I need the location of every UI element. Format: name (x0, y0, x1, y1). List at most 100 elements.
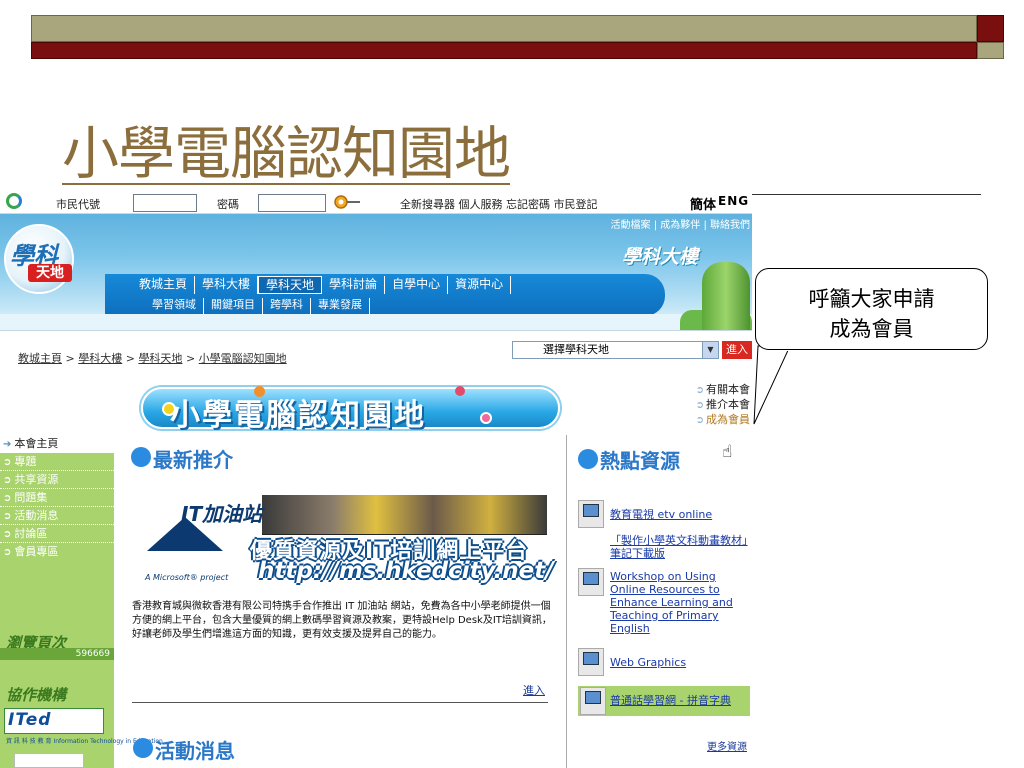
promo-description: 香港教育城與微軟香港有限公司特携手合作推出 IT 加油站 網站，免費為各中小學老… (132, 601, 552, 640)
resource-link[interactable]: Workshop on Using Online Resources to En… (610, 570, 748, 635)
resource-item[interactable]: 普通話學習網 - 拼音字典 (578, 686, 750, 716)
partner-logo: ITed (8, 710, 52, 730)
login-links[interactable]: 全新搜尋器 個人服務 忘記密碼 市民登記 (400, 196, 598, 212)
nav-item-subject-building[interactable]: 學科大樓 (195, 276, 259, 294)
chevron-down-icon[interactable]: ▼ (702, 342, 718, 358)
resource-item[interactable]: 「製作小學英文科動畫教材」筆記下載版 (578, 534, 750, 562)
promo-url[interactable]: http://ms.hkedcity.net/ (258, 558, 554, 584)
slide-header-accent-bar (31, 42, 977, 59)
secondary-nav: 學習領域 關鍵項目 跨學科 專業發展 (145, 298, 370, 314)
visit-counter-value: 596669 (0, 648, 114, 660)
breadcrumb-current-page[interactable]: 小學電腦認知園地 (199, 352, 287, 365)
login-bar: 市民代號 密碼 全新搜尋器 個人服務 忘記密碼 市民登記 簡体 ENG (0, 190, 752, 214)
arrow-right-icon: ➲ (695, 415, 704, 426)
breadcrumb: 教城主頁 > 學科大樓 > 學科天地 > 小學電腦認知園地 (18, 350, 287, 366)
web-resource-icon (580, 687, 606, 715)
banner-top-links[interactable]: 活動檔案 | 成為夥伴 | 聯絡我們 (611, 216, 750, 231)
resource-item[interactable]: Web Graphics (578, 648, 750, 676)
nav-item-prof-dev[interactable]: 專業發展 (311, 298, 370, 314)
callout-line-1: 呼籲大家申請 (808, 287, 935, 311)
nav-item-key-tasks[interactable]: 關鍵項目 (204, 298, 263, 314)
resource-link[interactable]: 「製作小學英文科動畫教材」筆記下載版 (610, 534, 750, 560)
nav-sub-background (0, 314, 752, 330)
nav-item-kla[interactable]: 學習領域 (145, 298, 204, 314)
ms-project-caption: A Microsoft® project (145, 573, 229, 582)
arrow-right-icon: ➲ (3, 475, 12, 486)
arrow-right-icon: ➲ (3, 511, 12, 522)
nav-item-subject-discussion[interactable]: 學科討論 (322, 276, 386, 294)
section-arrow-icon (578, 449, 598, 469)
classroom-photo[interactable] (262, 495, 547, 535)
nav-item-cross-subject[interactable]: 跨學科 (263, 298, 311, 314)
subject-world-select[interactable]: 選擇學科天地 (512, 341, 719, 359)
slide-corner-block-lower (977, 42, 1004, 59)
tower-title: 學科大樓 (622, 246, 699, 268)
section-divider (132, 702, 548, 703)
callout-pointer (753, 345, 791, 425)
arrow-right-icon: ➲ (3, 547, 12, 558)
breadcrumb-separator: > (125, 352, 135, 365)
arrow-right-icon: ➲ (3, 457, 12, 468)
sidebar-item-label: 問題集 (14, 491, 48, 504)
primary-nav: 教城主頁 學科大樓 學科天地 學科討論 自學中心 資源中心 (132, 276, 512, 294)
breadcrumb-subject-building[interactable]: 學科大樓 (78, 352, 122, 365)
nav-item-resource-centre[interactable]: 資源中心 (448, 276, 512, 294)
sidebar-item-faq[interactable]: ➲ 問題集 (0, 489, 114, 507)
callout-line-2: 成為會員 (829, 317, 914, 341)
section-arrow-icon (131, 447, 151, 467)
slide-corner-block (977, 15, 1004, 42)
citizen-id-label: 市民代號 (56, 198, 100, 211)
citizen-id-input[interactable] (133, 194, 197, 212)
title-underline-rule (748, 194, 981, 195)
web-resource-icon (578, 568, 604, 596)
decor-dot-icon (480, 412, 492, 424)
breadcrumb-separator: > (65, 352, 75, 365)
breadcrumb-subject-world[interactable]: 學科天地 (138, 352, 182, 365)
sidebar-item-label: 共享資源 (14, 473, 59, 486)
hkedcity-logo-icon (6, 193, 22, 209)
nav-item-subject-world[interactable]: 學科天地 (258, 276, 323, 294)
breadcrumb-separator: > (185, 352, 196, 365)
password-label: 密碼 (217, 198, 239, 211)
lang-english-link[interactable]: ENG (718, 194, 749, 208)
sidebar-item-forum[interactable]: ➲ 討論區 (0, 525, 114, 543)
site-banner: 活動檔案 | 成為夥伴 | 聯絡我們 學科 天地 教城主頁 學科大樓 學科天地 … (0, 214, 752, 330)
sidebar-item-events[interactable]: ➲ 活動消息 (0, 507, 114, 525)
nav-item-edcity-home[interactable]: 教城主頁 (132, 276, 196, 294)
sidebar-item-label: 討論區 (14, 527, 48, 540)
arrow-right-icon: ➔ (3, 439, 12, 450)
nav-item-self-learning[interactable]: 自學中心 (385, 276, 449, 294)
enter-link[interactable]: 進入 (523, 682, 545, 698)
hand-cursor-icon: ☝ (722, 442, 733, 462)
arrow-right-icon: ➲ (695, 400, 704, 411)
website-screenshot: 市民代號 密碼 全新搜尋器 個人服務 忘記密碼 市民登記 簡体 ENG 活動檔案… (0, 190, 752, 768)
decor-dot-icon (455, 386, 465, 396)
it-station-logo: IT加油站 (181, 502, 263, 526)
resource-link[interactable]: 普通話學習網 - 拼音字典 (610, 694, 731, 707)
sidebar-item-members[interactable]: ➲ 會員專區 (0, 543, 114, 561)
resource-item[interactable]: Workshop on Using Online Resources to En… (578, 568, 750, 642)
latest-heading: 最新推介 (153, 448, 233, 472)
tower-illustration (702, 262, 750, 330)
breadcrumb-edcity-home[interactable]: 教城主頁 (18, 352, 62, 365)
arrow-right-icon: ➲ (695, 385, 704, 396)
resource-item[interactable]: 教育電視 etv online (578, 500, 750, 528)
second-partner-logo[interactable] (14, 753, 84, 768)
resource-link[interactable]: Web Graphics (610, 656, 686, 669)
arrow-right-icon: ➲ (3, 493, 12, 504)
sidebar-item-shared-resources[interactable]: ➲ 共享資源 (0, 471, 114, 489)
more-resources-link[interactable]: 更多資源 (707, 738, 747, 753)
lang-simplified-link[interactable]: 簡体 (690, 194, 716, 213)
sidebar-item-home[interactable]: ➔ 本會主頁 (0, 435, 114, 453)
login-key-icon[interactable] (333, 194, 361, 210)
arrow-right-icon: ➲ (3, 529, 12, 540)
resource-link[interactable]: 教育電視 etv online (610, 508, 712, 521)
partner-label: 協作機構 (6, 686, 67, 704)
web-resource-icon (578, 648, 604, 676)
section-arrow-icon (133, 738, 153, 758)
hot-resources-heading: 熱點資源 (600, 449, 680, 473)
sidebar-item-topics[interactable]: ➲ 專題 (0, 453, 114, 471)
activities-heading: 活動消息 (155, 739, 235, 763)
slide-title: 小學電腦認知園地 (62, 121, 511, 187)
password-input[interactable] (258, 194, 326, 212)
